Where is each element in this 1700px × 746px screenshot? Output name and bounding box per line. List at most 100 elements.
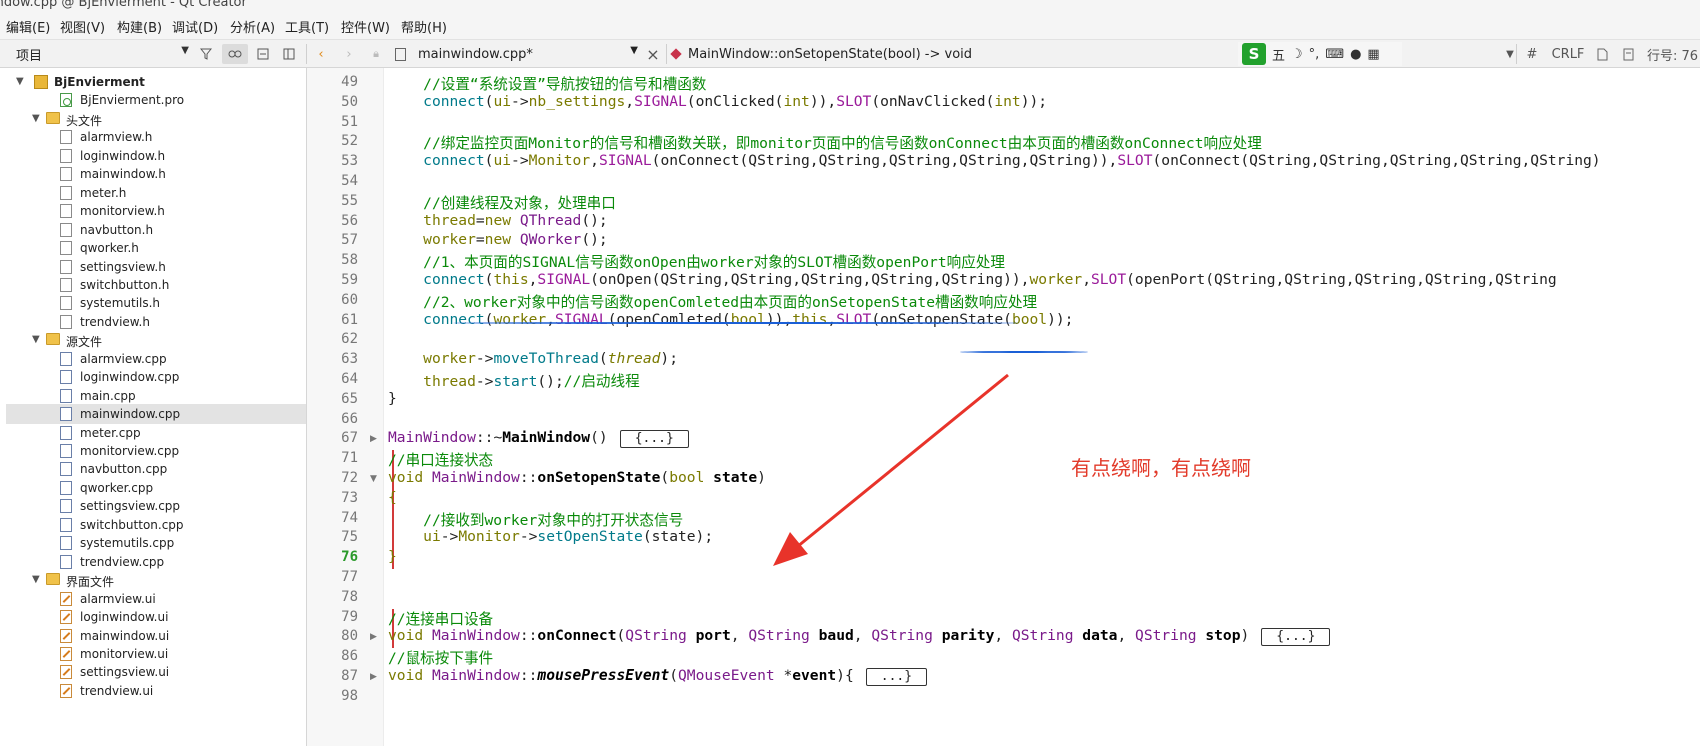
tree-item[interactable]: monitorview.h xyxy=(0,201,306,221)
forward-icon[interactable]: › xyxy=(340,40,358,68)
cursor-position[interactable]: 行号: 76 xyxy=(1647,40,1700,68)
tree-item[interactable]: BjEnvierment.pro xyxy=(0,90,306,110)
keyboard-icon[interactable]: ⌨ xyxy=(1325,47,1344,62)
expand-arrow-icon[interactable]: ▼ xyxy=(32,574,40,585)
tree-item[interactable]: ▼ 头文件 xyxy=(0,109,306,129)
code-line[interactable]: //设置“系统设置”导航按钮的信号和槽函数 xyxy=(388,73,706,94)
tree-item[interactable]: mainwindow.ui xyxy=(0,626,306,646)
moon-icon[interactable]: ☽ xyxy=(1291,47,1303,62)
tree-item[interactable]: mainwindow.h xyxy=(0,164,306,184)
code-line[interactable]: //1、本页面的SIGNAL信号函数onOpen由worker对象的SLOT槽函… xyxy=(388,251,1005,272)
tree-item[interactable]: loginwindow.cpp xyxy=(0,367,306,387)
menu-analyze[interactable]: 分析(A) xyxy=(230,17,275,36)
menu-view[interactable]: 视图(V) xyxy=(60,17,105,36)
code-line[interactable]: void MainWindow::mousePressEvent(QMouseE… xyxy=(388,667,928,686)
tree-item[interactable]: main.cpp xyxy=(0,386,306,406)
tree-item[interactable]: loginwindow.h xyxy=(0,146,306,166)
tree-item[interactable]: settingsview.h xyxy=(0,257,306,277)
split-document-icon[interactable] xyxy=(1620,40,1636,68)
menu-tools[interactable]: 工具(T) xyxy=(285,17,329,36)
apps-icon[interactable]: ▦ xyxy=(1367,47,1379,62)
ime-mode[interactable]: 五 xyxy=(1272,45,1285,64)
project-view-combo[interactable]: 项目 ▼ xyxy=(8,43,193,65)
tree-item[interactable]: trendview.ui xyxy=(0,681,306,701)
tree-item[interactable]: trendview.cpp xyxy=(0,552,306,572)
code-line[interactable]: worker->moveToThread(thread); xyxy=(388,350,678,367)
tree-item[interactable]: alarmview.ui xyxy=(0,589,306,609)
tree-item[interactable]: monitorview.ui xyxy=(0,644,306,664)
add-split-icon[interactable] xyxy=(252,40,274,68)
symbol-combo[interactable]: MainWindow::onSetopenState(bool) -> void xyxy=(670,43,1067,65)
code-line[interactable]: connect(worker,SIGNAL(openComleted(bool)… xyxy=(388,311,1073,328)
code-line[interactable]: //连接串口设备 xyxy=(388,608,493,629)
tree-item[interactable]: monitorview.cpp xyxy=(0,441,306,461)
code-line[interactable]: { xyxy=(388,489,397,506)
document-icon[interactable] xyxy=(1594,40,1610,68)
menu-edit[interactable]: 编辑(E) xyxy=(6,17,50,36)
expand-arrow-icon[interactable]: ▼ xyxy=(32,334,40,345)
line-ending-label[interactable]: CRLF xyxy=(1548,40,1588,68)
expand-arrow-icon[interactable]: ▼ xyxy=(16,76,24,87)
code-line[interactable]: ui->Monitor->setOpenState(state); xyxy=(388,528,713,545)
code-line[interactable]: //绑定监控页面Monitor的信号和槽函数关联，即monitor页面中的信号函… xyxy=(388,132,1262,153)
code-line[interactable]: connect(ui->nb_settings,SIGNAL(onClicked… xyxy=(388,93,1047,110)
tree-item[interactable]: loginwindow.ui xyxy=(0,607,306,627)
tree-item[interactable]: settingsview.cpp xyxy=(0,496,306,516)
tree-item[interactable]: switchbutton.cpp xyxy=(0,515,306,535)
code-line[interactable]: //接收到worker对象中的打开状态信号 xyxy=(388,509,683,530)
tree-item[interactable]: navbutton.h xyxy=(0,220,306,240)
tree-item[interactable]: alarmview.h xyxy=(0,127,306,147)
tree-item[interactable]: mainwindow.cpp xyxy=(0,404,306,425)
tree-item[interactable]: navbutton.cpp xyxy=(0,459,306,479)
fold-marker-icon[interactable]: ▼ xyxy=(370,474,377,484)
tree-item[interactable]: qworker.cpp xyxy=(0,478,306,498)
code-line[interactable]: void MainWindow::onSetopenState(bool sta… xyxy=(388,469,766,486)
menu-debug[interactable]: 调试(D) xyxy=(172,17,218,36)
open-documents-combo[interactable]: mainwindow.cpp* ▼ xyxy=(395,43,640,65)
tree-item[interactable]: meter.h xyxy=(0,183,306,203)
user-icon[interactable]: ● xyxy=(1350,47,1361,62)
code-line[interactable]: //创建线程及对象，处理串口 xyxy=(388,192,616,213)
chevron-down-icon[interactable]: ▼ xyxy=(1504,40,1516,68)
tree-item[interactable]: qworker.h xyxy=(0,238,306,258)
filter-icon[interactable] xyxy=(195,40,217,68)
code-line[interactable]: thread=new QThread(); xyxy=(388,212,608,229)
code-line[interactable]: //2、worker对象中的信号函数openComleted由本页面的onSet… xyxy=(388,291,1037,312)
folded-block-indicator[interactable]: ...} xyxy=(865,668,928,686)
fold-marker-icon[interactable]: ▶ xyxy=(370,632,377,642)
code-line[interactable]: MainWindow::~MainWindow() {...} xyxy=(388,429,689,449)
tree-item[interactable]: alarmview.cpp xyxy=(0,349,306,369)
code-line[interactable]: void MainWindow::onConnect(QString port,… xyxy=(388,627,1331,647)
code-line[interactable]: thread->start();//启动线程 xyxy=(388,370,640,391)
close-split-icon[interactable] xyxy=(278,40,300,68)
close-document-icon[interactable]: × xyxy=(644,40,662,68)
code-line[interactable]: } xyxy=(388,548,397,565)
menu-help[interactable]: 帮助(H) xyxy=(401,17,447,36)
tree-item[interactable]: switchbutton.h xyxy=(0,275,306,295)
expand-arrow-icon[interactable]: ▼ xyxy=(32,113,40,124)
fold-marker-icon[interactable]: ▶ xyxy=(370,672,377,682)
folded-block-indicator[interactable]: {...} xyxy=(1261,628,1331,647)
code-line[interactable]: } xyxy=(388,390,397,407)
code-line[interactable]: //鼠标按下事件 xyxy=(388,647,493,668)
tree-item[interactable]: settingsview.ui xyxy=(0,662,306,682)
back-icon[interactable]: ‹ xyxy=(312,40,330,68)
code-line[interactable]: //串口连接状态 xyxy=(388,449,493,470)
code-line[interactable]: connect(ui->Monitor,SIGNAL(onConnect(QSt… xyxy=(388,152,1600,169)
fold-marker-icon[interactable]: ▶ xyxy=(370,434,377,444)
code-line[interactable]: worker=new QWorker(); xyxy=(388,231,608,248)
folded-block-indicator[interactable]: {...} xyxy=(619,430,689,449)
tree-item[interactable]: meter.cpp xyxy=(0,423,306,443)
punctuation-icon[interactable]: °, xyxy=(1309,47,1320,62)
tree-item[interactable]: systemutils.h xyxy=(0,293,306,313)
tree-item[interactable]: ▼ 源文件 xyxy=(0,330,306,350)
ime-toolbar[interactable]: S 五 ☽ °, ⌨ ● ▦ xyxy=(1238,42,1402,66)
code-line[interactable]: connect(this,SIGNAL(onOpen(QString,QStri… xyxy=(388,271,1557,288)
menu-build[interactable]: 构建(B) xyxy=(117,17,162,36)
menu-controls[interactable]: 控件(W) xyxy=(341,17,390,36)
tree-item[interactable]: systemutils.cpp xyxy=(0,533,306,553)
tree-item[interactable]: ▼ 界面文件 xyxy=(0,570,306,590)
link-icon[interactable] xyxy=(222,44,248,64)
sogou-ime-icon[interactable]: S xyxy=(1242,43,1266,65)
tree-item[interactable]: ▼ BjEnvierment xyxy=(0,72,306,92)
